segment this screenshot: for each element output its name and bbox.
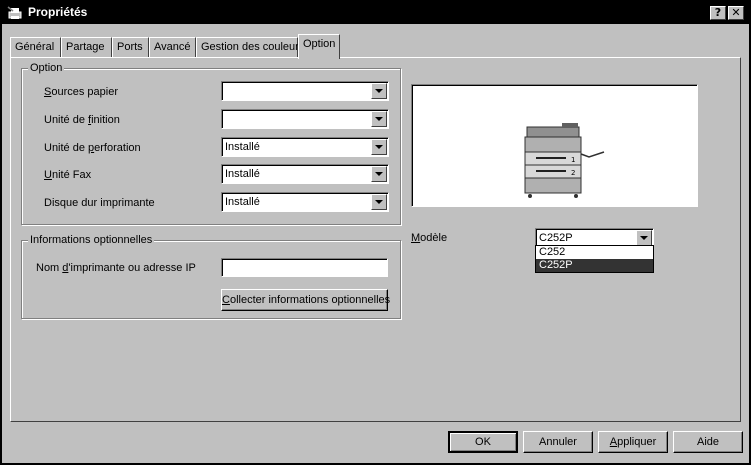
ip-input[interactable] [221, 258, 388, 277]
tab-ports[interactable]: Ports [112, 37, 149, 58]
chevron-down-icon[interactable] [636, 230, 652, 246]
chevron-down-icon[interactable] [371, 194, 387, 210]
tray-1-label: 1 [571, 156, 575, 164]
unite-finition-combo[interactable] [221, 109, 389, 129]
chevron-down-icon[interactable] [371, 166, 387, 182]
tray-2-label: 2 [571, 169, 575, 177]
cancel-button[interactable]: Annuler [523, 431, 593, 453]
disque-dur-label: Disque dur imprimante [44, 197, 155, 209]
unite-finition-label: Unité de finition [44, 114, 120, 126]
ok-button[interactable]: OK [448, 431, 518, 453]
printer-icon [7, 6, 22, 19]
model-label: Modèle [411, 232, 448, 244]
chevron-down-icon[interactable] [371, 83, 387, 99]
printer-illustration: 1 2 [524, 123, 605, 198]
unite-perforation-combo[interactable]: Installé [221, 137, 389, 157]
chevron-down-icon[interactable] [371, 139, 387, 155]
model-option-c252[interactable]: C252 [536, 246, 653, 259]
collect-info-button[interactable]: Collecter informations optionnelles [221, 289, 390, 311]
sources-papier-label: Sources papier [44, 86, 118, 98]
tab-option[interactable]: Option [298, 34, 340, 59]
properties-dialog: Propriétés ? ✕ Général Partage Ports Ava… [0, 0, 751, 465]
option-group-legend: Option [28, 62, 65, 74]
tab-partage[interactable]: Partage [61, 37, 112, 58]
tab-avance[interactable]: Avancé [149, 37, 196, 58]
close-button[interactable]: ✕ [728, 6, 744, 20]
sources-papier-combo[interactable] [221, 81, 389, 101]
window-title: Propriétés [28, 5, 88, 19]
help-text-button[interactable]: Aide [673, 431, 743, 453]
ip-label: Nom d'imprimante ou adresse IP [36, 262, 196, 274]
model-dropdown-list: C252 C252P [535, 245, 654, 273]
unite-fax-label: Unité Fax [44, 169, 92, 181]
title-bar[interactable]: Propriétés ? ✕ [2, 2, 749, 24]
unite-fax-combo[interactable]: Installé [221, 164, 389, 184]
chevron-down-icon[interactable] [371, 111, 387, 127]
apply-button[interactable]: Appliquer [598, 431, 668, 453]
printer-preview: 1 2 [411, 84, 698, 207]
model-option-c252p[interactable]: C252P [536, 259, 653, 272]
disque-dur-combo[interactable]: Installé [221, 192, 389, 212]
unite-perforation-label: Unité de perforation [44, 142, 141, 154]
tab-general[interactable]: Général [10, 37, 61, 58]
help-button[interactable]: ? [710, 6, 726, 20]
info-group-legend: Informations optionnelles [28, 234, 155, 246]
tab-gestion-couleurs[interactable]: Gestion des couleurs [196, 37, 304, 58]
